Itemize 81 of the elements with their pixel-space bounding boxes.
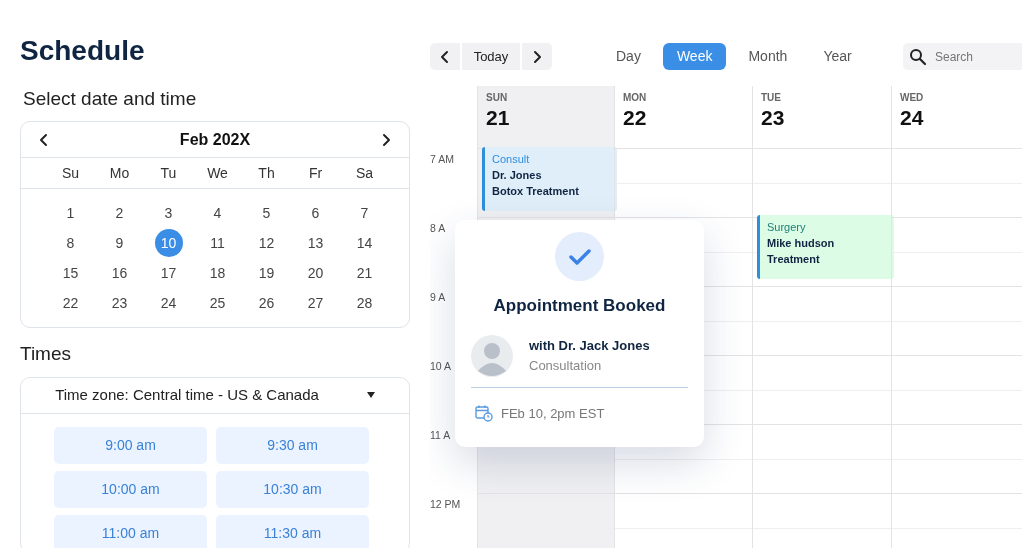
calendar-date[interactable]: 6: [301, 199, 330, 228]
appointment-time: FEb 10, 2pm EST: [501, 404, 605, 423]
search-icon: [909, 47, 927, 66]
weekday-label: Sa: [354, 163, 375, 183]
search-input[interactable]: Search: [933, 46, 1013, 67]
caret-icon: [366, 392, 375, 399]
timezone-select[interactable]: Time zone: Central time - US & Canada: [21, 377, 409, 414]
section-label: Times: [20, 342, 73, 367]
event-title: Consult: [492, 152, 531, 167]
calendar-date[interactable]: 15: [56, 259, 85, 288]
event-card[interactable]: Surgery Mike hudson Treatment: [757, 215, 894, 279]
time-slot-button[interactable]: 9:00 am: [54, 426, 207, 464]
time-slot-button[interactable]: 9:30 am: [216, 426, 369, 464]
calendar-date[interactable]: 9: [105, 229, 134, 258]
weekday-label: MON: [623, 93, 648, 103]
time-slot-button[interactable]: 10:00 am: [54, 470, 207, 508]
calendar-date[interactable]: 26: [252, 289, 281, 318]
event-detail: Treatment: [767, 252, 821, 267]
page-title: Schedule: [20, 36, 146, 67]
calendar-date[interactable]: 25: [203, 289, 232, 318]
calendar-date[interactable]: 24: [154, 289, 183, 318]
calendar-date[interactable]: 22: [56, 289, 85, 318]
calendar-date[interactable]: 12: [252, 229, 281, 258]
hour-label: 8 A: [430, 221, 447, 236]
calendar-date[interactable]: 23: [105, 289, 134, 318]
calendar-date[interactable]: 8: [56, 229, 85, 258]
view-tab[interactable]: Day: [602, 43, 655, 70]
weekday-label: Th: [257, 163, 276, 183]
calendar-date[interactable]: 28: [350, 289, 379, 318]
calendar-date[interactable]: 5: [252, 199, 281, 228]
search-field[interactable]: Search: [903, 43, 1022, 70]
calendar-date[interactable]: 2: [105, 199, 134, 228]
weekday-label: Mo: [108, 163, 131, 183]
calendar-date[interactable]: 18: [203, 259, 232, 288]
hour-label: 7 AM: [430, 152, 455, 167]
avatar-icon: [471, 334, 513, 377]
event-detail: Dr. Jones: [492, 168, 543, 183]
event-detail: Botox Treatment: [492, 184, 580, 199]
appointment-type: Consultation: [529, 356, 603, 375]
calendar-date[interactable]: 20: [301, 259, 330, 288]
calendar-date[interactable]: 19: [252, 259, 281, 288]
time-slot-button[interactable]: 11:00 am: [54, 514, 207, 548]
weekday-label: TUE: [761, 93, 782, 103]
calendar-date[interactable]: 14: [350, 229, 379, 258]
calendar-date[interactable]: 21: [350, 259, 379, 288]
section-label: Select date and time: [23, 86, 198, 111]
calendar-date[interactable]: 16: [105, 259, 134, 288]
event-card[interactable]: Consult Dr. Jones Botox Treatment: [482, 147, 617, 211]
day-number: 22: [623, 105, 648, 131]
doctor-name: with Dr. Jack Jones: [529, 337, 650, 355]
calendar-date[interactable]: 7: [350, 199, 379, 228]
calendar-date[interactable]: 13: [301, 229, 330, 258]
calendar-date[interactable]: 4: [203, 199, 232, 228]
calendar-clock-icon: [475, 404, 493, 423]
calendar-date[interactable]: 3: [154, 199, 183, 228]
weekday-label: Tu: [159, 163, 178, 183]
view-tab[interactable]: Month: [734, 43, 802, 70]
event-detail: Mike hudson: [767, 236, 836, 251]
calendar-date[interactable]: 27: [301, 289, 330, 318]
hour-label: 9 A: [430, 290, 447, 305]
day-number: 24: [900, 105, 925, 131]
hour-label: 12 PM: [430, 497, 462, 512]
weekday-label: WED: [900, 93, 925, 103]
view-tab[interactable]: Year: [809, 43, 866, 70]
weekday-label: SUN: [486, 93, 509, 103]
month-label: Feb 202X: [179, 129, 251, 150]
calendar-date[interactable]: 17: [154, 259, 183, 288]
calendar-date[interactable]: 11: [203, 229, 232, 258]
day-number: 23: [761, 105, 786, 131]
hour-label: 11 A: [430, 428, 452, 443]
weekday-label: Su: [60, 163, 81, 183]
weekday-label: Fr: [307, 163, 324, 183]
popup-title: Appointment Booked: [492, 295, 667, 317]
weekday-label: We: [206, 163, 229, 183]
day-number: 21: [486, 105, 511, 131]
time-slot-button[interactable]: 10:30 am: [216, 470, 369, 508]
calendar-date[interactable]: 1: [56, 199, 85, 228]
hour-label: 10 A: [430, 359, 453, 374]
time-slot-button[interactable]: 11:30 am: [216, 514, 369, 548]
event-title: Surgery: [767, 220, 807, 235]
checkmark-icon: [568, 247, 591, 266]
